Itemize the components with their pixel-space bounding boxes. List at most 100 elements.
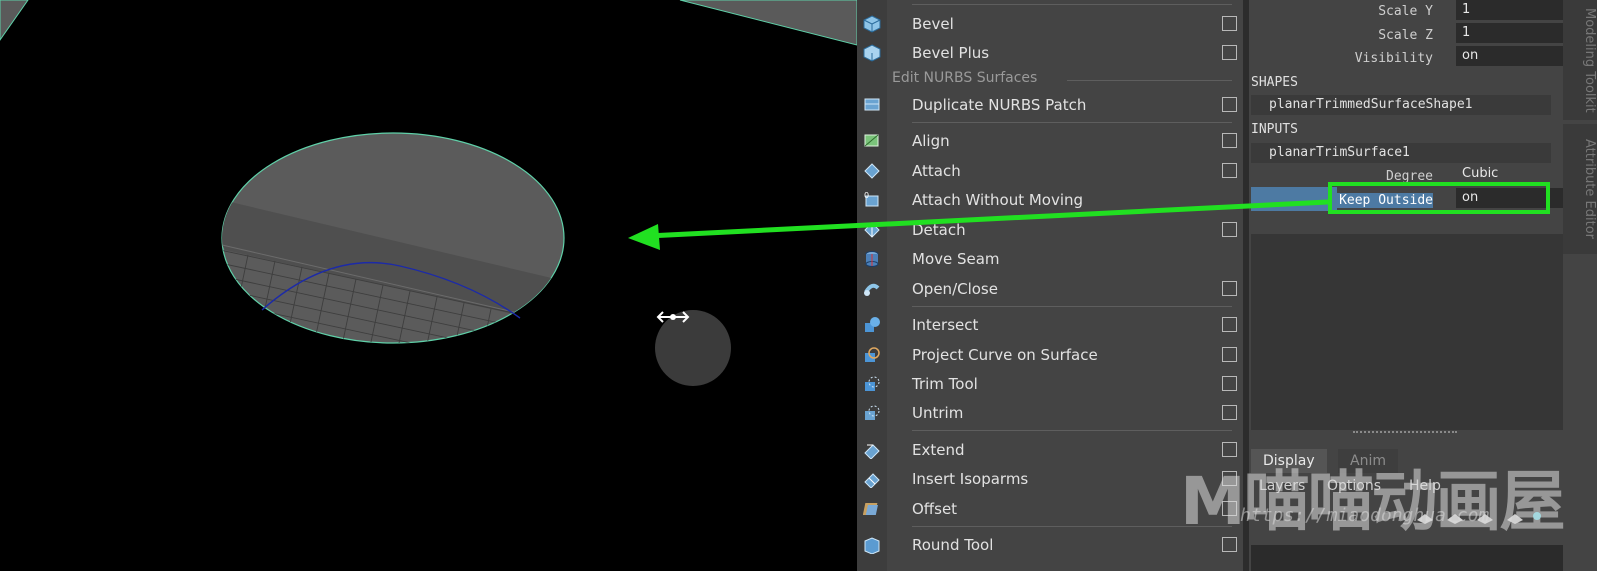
open-close-icon bbox=[864, 283, 880, 296]
channel-box-empty-area bbox=[1251, 234, 1563, 430]
menu-item-label: Move Seam bbox=[912, 250, 1000, 268]
option-box[interactable] bbox=[1222, 442, 1237, 457]
menu-item-untrim[interactable]: Untrim bbox=[865, 399, 1243, 427]
option-box[interactable] bbox=[1222, 471, 1237, 486]
attr-field-degree[interactable]: Cubic bbox=[1456, 164, 1564, 184]
option-box[interactable] bbox=[1222, 376, 1237, 391]
layers-menu[interactable]: Layers bbox=[1259, 478, 1305, 494]
attr-field-scale-y[interactable]: 1 bbox=[1456, 0, 1564, 20]
option-box[interactable] bbox=[1222, 16, 1237, 31]
attach-icon bbox=[864, 163, 880, 179]
menu-item-attach-without-moving[interactable]: 0 Attach Without Moving bbox=[864, 186, 1243, 214]
menu-item-label: Trim Tool bbox=[912, 375, 978, 393]
option-box[interactable] bbox=[1222, 45, 1237, 60]
round-tool-icon bbox=[864, 537, 880, 554]
shape-node[interactable]: planarTrimmedSurfaceShape1 bbox=[1251, 95, 1551, 115]
offset-icon bbox=[863, 503, 878, 515]
plane-edge-left bbox=[0, 0, 29, 41]
new-layer-icon bbox=[1417, 514, 1433, 524]
menu-item-label: Open/Close bbox=[912, 280, 998, 298]
menu-item-open-close[interactable]: Open/Close bbox=[864, 275, 1243, 303]
tab-anim[interactable]: Anim bbox=[1338, 449, 1398, 473]
menu-item-attach[interactable]: Attach bbox=[864, 157, 1243, 185]
menu-item-label: Offset bbox=[912, 500, 958, 518]
option-box[interactable] bbox=[1222, 347, 1237, 362]
menu-item-label: Intersect bbox=[912, 316, 979, 334]
edit-nurbs-menu: Bevel Bevel Plus Edit NURBS Surfaces Dup… bbox=[857, 0, 1243, 571]
option-box[interactable] bbox=[1222, 133, 1237, 148]
layer-tool-icons[interactable] bbox=[1415, 508, 1545, 526]
option-box[interactable] bbox=[1222, 537, 1237, 552]
menu-divider bbox=[912, 122, 1232, 123]
input-node[interactable]: planarTrimSurface1 bbox=[1251, 143, 1551, 163]
untrim-icon bbox=[865, 405, 880, 420]
option-box[interactable] bbox=[1222, 163, 1237, 178]
channel-box-panel: Scale Y 1 Scale Z 1 Visibility on SHAPES… bbox=[1243, 0, 1597, 571]
menu-item-label: Round Tool bbox=[912, 536, 994, 554]
resize-horizontal-icon bbox=[656, 311, 690, 323]
menu-item-bevel[interactable]: Bevel bbox=[863, 10, 1243, 38]
side-tab-attribute-editor[interactable]: Attribute Editor bbox=[1563, 124, 1597, 254]
inputs-header: INPUTS bbox=[1251, 122, 1298, 137]
menu-item-label: Detach bbox=[912, 221, 966, 239]
attach-without-moving-icon: 0 bbox=[864, 191, 879, 207]
menu-item-move-seam[interactable]: Move Seam bbox=[865, 245, 1243, 273]
option-box[interactable] bbox=[1222, 281, 1237, 296]
options-menu[interactable]: Options bbox=[1327, 478, 1381, 494]
menu-item-detach[interactable]: Detach bbox=[864, 216, 1243, 244]
align-icon bbox=[864, 134, 879, 147]
attr-label-scale-y[interactable]: Scale Y bbox=[1243, 4, 1433, 19]
shapes-header: SHAPES bbox=[1251, 75, 1298, 90]
attr-label-visibility[interactable]: Visibility bbox=[1243, 51, 1433, 66]
move-up-icon bbox=[1477, 514, 1493, 524]
help-menu[interactable]: Help bbox=[1409, 478, 1441, 494]
option-box[interactable] bbox=[1222, 405, 1237, 420]
resize-grip[interactable] bbox=[1353, 431, 1457, 437]
attr-field-visibility[interactable]: on bbox=[1456, 46, 1564, 66]
duplicate-nurbs-patch-icon bbox=[864, 98, 880, 111]
menu-divider bbox=[912, 430, 1232, 431]
menu-item-label: Project Curve on Surface bbox=[912, 346, 1098, 364]
trim-tool-icon bbox=[865, 376, 880, 391]
menu-item-duplicate-nurbs-patch[interactable]: Duplicate NURBS Patch bbox=[864, 91, 1243, 119]
layer-list[interactable] bbox=[1251, 545, 1563, 571]
option-box[interactable] bbox=[1222, 97, 1237, 112]
attr-field-scale-z[interactable]: 1 bbox=[1456, 23, 1564, 43]
menu-item-intersect[interactable]: Intersect bbox=[865, 311, 1243, 339]
menu-divider bbox=[912, 306, 1232, 307]
menu-divider bbox=[912, 526, 1232, 527]
menu-item-trim-tool[interactable]: Trim Tool bbox=[865, 370, 1243, 398]
menu-item-label: Bevel bbox=[912, 15, 954, 33]
menu-item-label: Attach Without Moving bbox=[912, 191, 1084, 209]
option-box[interactable] bbox=[1222, 317, 1237, 332]
menu-item-label: Align bbox=[912, 132, 950, 150]
menu-item-insert-isoparms[interactable]: Insert Isoparms bbox=[864, 465, 1243, 493]
section-title: Edit NURBS Surfaces bbox=[892, 70, 1038, 86]
tab-display[interactable]: Display bbox=[1251, 449, 1327, 473]
attr-label-scale-z[interactable]: Scale Z bbox=[1243, 28, 1433, 43]
menu-divider bbox=[912, 4, 1232, 5]
menu-item-label: Insert Isoparms bbox=[912, 470, 1029, 488]
section-divider bbox=[1067, 80, 1232, 81]
annotation-highlight-box bbox=[1328, 182, 1550, 214]
menu-item-align[interactable]: Align bbox=[864, 127, 1243, 155]
extend-icon bbox=[864, 444, 880, 459]
option-box[interactable] bbox=[1222, 501, 1237, 516]
add-layer-icon bbox=[1533, 512, 1541, 520]
move-down-icon bbox=[1507, 514, 1523, 524]
move-seam-icon bbox=[865, 251, 879, 267]
menu-item-offset[interactable]: Offset bbox=[863, 495, 1243, 523]
menu-item-project-curve-on-surface[interactable]: Project Curve on Surface bbox=[865, 341, 1243, 369]
3d-viewport[interactable] bbox=[0, 0, 857, 571]
menu-item-label: Duplicate NURBS Patch bbox=[912, 96, 1087, 114]
panel-splitter[interactable] bbox=[1243, 0, 1249, 571]
selected-row-highlight bbox=[1251, 187, 1337, 211]
option-box[interactable] bbox=[1222, 222, 1237, 237]
menu-item-extend[interactable]: Extend bbox=[864, 436, 1243, 464]
menu-item-bevel-plus[interactable]: Bevel Plus bbox=[863, 39, 1243, 67]
side-tab-modeling-toolkit[interactable]: Modeling Toolkit bbox=[1563, 0, 1597, 120]
menu-item-round-tool[interactable]: Round Tool bbox=[864, 531, 1243, 559]
intersect-icon bbox=[865, 317, 880, 332]
menu-item-label: Attach bbox=[912, 162, 961, 180]
detach-icon bbox=[864, 222, 880, 238]
